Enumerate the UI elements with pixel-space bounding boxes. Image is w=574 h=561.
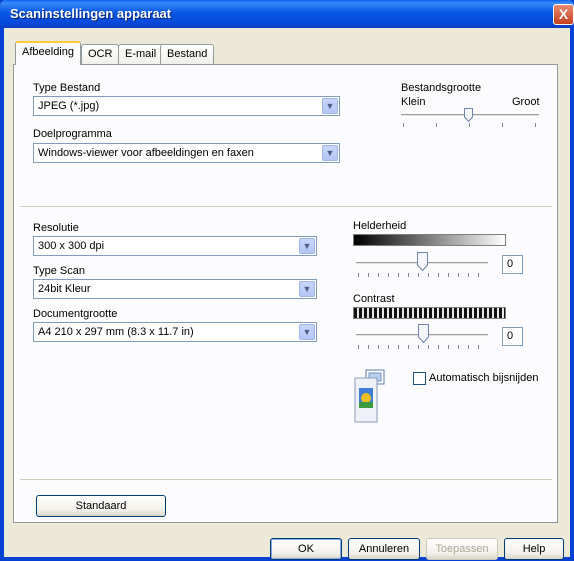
brightness-label: Helderheid [353, 220, 407, 232]
tick [478, 273, 479, 277]
contrast-input[interactable]: 0 [502, 327, 523, 346]
resolution-value: 300 x 300 dpi [38, 240, 105, 252]
contrast-ticks [358, 345, 486, 349]
tick [368, 273, 369, 277]
scan-type-value: 24bit Kleur [38, 283, 91, 295]
tick [408, 345, 409, 349]
brightness-input[interactable]: 0 [502, 255, 523, 274]
contrast-pattern [353, 307, 506, 319]
file-size-ticks [403, 123, 539, 127]
tick [502, 123, 503, 127]
contrast-label: Contrast [353, 293, 395, 305]
document-size-label: Documentgrootte [33, 308, 118, 320]
tick [448, 273, 449, 277]
tick [368, 345, 369, 349]
tick [458, 345, 459, 349]
separator [20, 206, 552, 208]
tick [468, 345, 469, 349]
brightness-ticks [358, 273, 486, 277]
tab-bestand[interactable]: Bestand [160, 44, 215, 64]
document-size-select[interactable]: A4 210 x 297 mm (8.3 x 11.7 in) ▼ [33, 322, 317, 342]
tab-label: Afbeelding [22, 46, 74, 58]
tick [403, 123, 404, 127]
tick [458, 273, 459, 277]
file-size-max-label: Groot [512, 96, 540, 108]
close-button[interactable]: X [553, 4, 574, 25]
tick [478, 345, 479, 349]
tick [388, 273, 389, 277]
tick [438, 273, 439, 277]
chevron-down-icon[interactable]: ▼ [299, 281, 315, 297]
tick [388, 345, 389, 349]
tick [428, 345, 429, 349]
tick [358, 345, 359, 349]
close-icon: X [558, 6, 569, 22]
tab-label: E-mail [125, 48, 157, 60]
document-size-value: A4 210 x 297 mm (8.3 x 11.7 in) [38, 326, 194, 338]
tick [418, 273, 419, 277]
tick [436, 123, 437, 127]
title-bar[interactable]: Scaninstellingen apparaat X [0, 0, 574, 28]
file-type-label: Type Bestand [33, 82, 101, 94]
cancel-button[interactable]: Annuleren [348, 538, 420, 560]
chevron-down-icon[interactable]: ▼ [322, 98, 338, 114]
chevron-down-icon[interactable]: ▼ [322, 145, 338, 161]
brightness-thumb[interactable] [417, 252, 428, 272]
tab-ocr[interactable]: OCR [81, 44, 120, 64]
tick [378, 345, 379, 349]
file-type-select[interactable]: JPEG (*.jpg) ▼ [33, 96, 340, 116]
default-button[interactable]: Standaard [36, 495, 166, 517]
document-preview-icon [354, 368, 394, 424]
tick [408, 273, 409, 277]
file-size-min-label: Klein [401, 96, 426, 108]
contrast-thumb[interactable] [418, 324, 429, 344]
file-size-label: Bestandsgrootte [401, 82, 482, 94]
file-type-value: JPEG (*.jpg) [38, 100, 100, 112]
window-title: Scaninstellingen apparaat [10, 6, 172, 21]
chevron-down-icon[interactable]: ▼ [299, 238, 315, 254]
ok-button[interactable]: OK [270, 538, 342, 560]
help-button[interactable]: Help [504, 538, 564, 560]
chevron-down-icon[interactable]: ▼ [299, 324, 315, 340]
tick [448, 345, 449, 349]
tick [468, 273, 469, 277]
tick [398, 345, 399, 349]
resolution-label: Resolutie [33, 222, 79, 234]
tab-label: OCR [88, 48, 113, 60]
tab-label: Bestand [167, 48, 208, 60]
resolution-select[interactable]: 300 x 300 dpi ▼ [33, 236, 317, 256]
tick [398, 273, 399, 277]
scan-type-label: Type Scan [33, 265, 85, 277]
tick [535, 123, 536, 127]
tick [418, 345, 419, 349]
separator [20, 479, 552, 481]
auto-crop-checkbox[interactable] [413, 372, 426, 385]
apply-button: Toepassen [426, 538, 498, 560]
target-app-value: Windows-viewer voor afbeeldingen en faxe… [38, 147, 254, 159]
tick [358, 273, 359, 277]
file-size-thumb[interactable] [464, 108, 473, 123]
tick [438, 345, 439, 349]
tick [428, 273, 429, 277]
tick [378, 273, 379, 277]
brightness-gradient [353, 234, 506, 246]
target-app-label: Doelprogramma [33, 128, 112, 140]
target-app-select[interactable]: Windows-viewer voor afbeeldingen en faxe… [33, 143, 340, 163]
tab-email[interactable]: E-mail [118, 44, 164, 64]
tab-afbeelding[interactable]: Afbeelding [15, 41, 81, 65]
scan-type-select[interactable]: 24bit Kleur ▼ [33, 279, 317, 299]
auto-crop-label[interactable]: Automatisch bijsnijden [429, 372, 538, 384]
tick [469, 123, 470, 127]
